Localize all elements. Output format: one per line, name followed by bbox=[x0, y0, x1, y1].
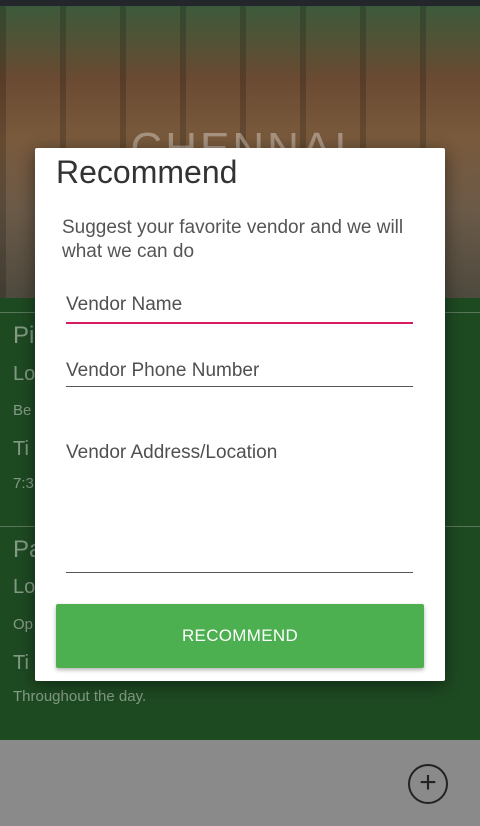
dialog-message: Suggest your favorite vendor and we will… bbox=[62, 217, 404, 262]
dialog-title: Recommend bbox=[56, 154, 238, 190]
app-screen: CHENNAI Pi Lo Be Ti 7:3 Pa Lo Op Ti Thro… bbox=[0, 0, 480, 826]
vendor-name-placeholder: Vendor Name bbox=[66, 294, 183, 315]
vendor-address-field[interactable]: Vendor Address/Location bbox=[66, 442, 413, 573]
vendor-phone-placeholder: Vendor Phone Number bbox=[66, 360, 260, 381]
recommend-button[interactable]: RECOMMEND bbox=[56, 604, 424, 668]
recommend-dialog: Recommend Suggest your favorite vendor a… bbox=[35, 148, 445, 681]
vendor-name-field[interactable]: Vendor Name bbox=[66, 294, 413, 324]
vendor-address-placeholder: Vendor Address/Location bbox=[66, 442, 278, 463]
vendor-phone-field[interactable]: Vendor Phone Number bbox=[66, 360, 413, 387]
